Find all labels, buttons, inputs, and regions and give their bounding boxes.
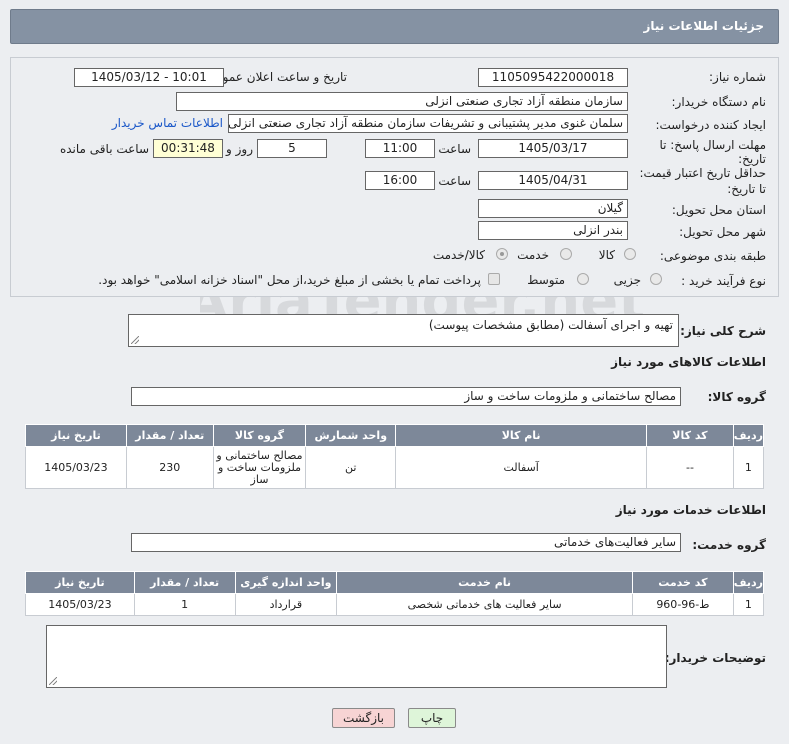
category-label: طبقه بندی موضوعی: — [659, 249, 766, 263]
process-type-label: نوع فرآیند خرید : — [681, 274, 766, 288]
resize-grip-icon[interactable] — [49, 677, 57, 685]
buyer-notes-textarea[interactable] — [46, 625, 667, 688]
col-unit: واحد شمارش — [305, 424, 397, 447]
reply-days-field: 5 — [257, 139, 327, 158]
col-goods-group: گروه کالا — [212, 424, 307, 447]
treasury-payment-note: پرداخت تمام یا بخشی از مبلغ خرید،از محل … — [98, 273, 481, 287]
print-button[interactable]: چاپ — [408, 708, 456, 728]
days-label: روز و — [226, 142, 253, 156]
cell-unit: تن — [305, 446, 397, 489]
cell-name: آسفالت — [395, 446, 648, 489]
goods-section-title: اطلاعات کالاهای مورد نیاز — [611, 355, 766, 369]
goods-table-header: ردیف کد کالا نام کالا واحد شمارش گروه کا… — [25, 424, 765, 447]
city-field: بندر انزلی — [478, 221, 628, 240]
col-need-date: تاریخ نیاز — [25, 424, 127, 447]
reply-deadline-label: مهلت ارسال پاسخ: تا — [659, 138, 766, 152]
cell-qty: 1 — [133, 593, 236, 616]
validity-time-field: 16:00 — [365, 171, 435, 190]
announce-datetime-field: 1405/03/12 - 10:01 — [74, 68, 224, 87]
reply-time-field: 11:00 — [365, 139, 435, 158]
summary-textarea[interactable]: تهیه و اجرای آسفالت (مطابق مشخصات پیوست) — [128, 314, 679, 347]
category-option-goods-service: کالا/خدمت — [432, 248, 485, 262]
treasury-checkbox[interactable] — [488, 273, 500, 285]
validity-time-label: ساعت — [438, 174, 471, 188]
process-radio-minor[interactable] — [650, 273, 662, 285]
need-number-label: شماره نیاز: — [709, 70, 766, 84]
category-radio-goods[interactable] — [624, 248, 636, 260]
col-row: ردیف — [732, 424, 765, 447]
process-option-medium: متوسط — [527, 273, 565, 287]
creator-field: سلمان غنوی مدیر پشتیبانی و تشریفات سازما… — [228, 114, 628, 133]
col-row: ردیف — [732, 571, 765, 594]
need-number-field: 1105095422000018 — [478, 68, 628, 87]
buyer-org-field: سازمان منطقه آزاد تجاری صنعتی انزلی — [176, 92, 628, 111]
province-field: گیلان — [478, 199, 628, 218]
cell-date: 1405/03/23 — [25, 446, 127, 489]
category-radio-service[interactable] — [560, 248, 572, 260]
cell-date: 1405/03/23 — [25, 593, 135, 616]
cell-row: 1 — [732, 446, 765, 489]
cell-code: ط-96-960 — [632, 593, 734, 616]
city-label: شهر محل تحویل: — [679, 225, 766, 239]
services-group-field: سایر فعالیت‌های خدماتی — [131, 533, 681, 552]
cell-unit: قرارداد — [234, 593, 338, 616]
category-option-goods: کالا — [598, 248, 615, 262]
summary-label: شرح کلی نیاز: — [680, 324, 766, 338]
services-table: ردیف کد خدمت نام خدمت واحد اندازه گیری ت… — [25, 571, 765, 616]
back-button[interactable]: بازگشت — [332, 708, 395, 728]
col-measure-unit: واحد اندازه گیری — [234, 571, 338, 594]
process-option-minor: جزیی — [613, 273, 641, 287]
services-section-title: اطلاعات خدمات مورد نیاز — [615, 503, 766, 517]
resize-grip-icon[interactable] — [131, 336, 139, 344]
buyer-contact-link[interactable]: اطلاعات تماس خریدار — [112, 116, 223, 130]
validity-date-field: 1405/04/31 — [478, 171, 628, 190]
cell-name: سایر فعالیت های خدماتی شخصی — [336, 593, 633, 616]
reply-deadline-label-2: تاریخ: — [738, 152, 766, 166]
cell-row: 1 — [732, 593, 765, 616]
col-need-date: تاریخ نیاز — [25, 571, 135, 594]
services-group-label: گروه خدمت: — [692, 538, 766, 552]
col-service-code: کد خدمت — [632, 571, 734, 594]
page-title: جزئیات اطلاعات نیاز — [643, 19, 764, 33]
table-row: 1 ط-96-960 سایر فعالیت های خدماتی شخصی ق… — [25, 593, 765, 616]
col-quantity: تعداد / مقدار — [125, 424, 214, 447]
price-validity-label: حداقل تاریخ اعتبار قیمت: — [639, 166, 766, 180]
category-option-service: خدمت — [517, 248, 549, 262]
reply-date-field: 1405/03/17 — [478, 139, 628, 158]
remaining-time-field: 00:31:48 — [153, 139, 223, 158]
cell-group: مصالح ساختمانی و ملزومات ساخت و ساز — [212, 446, 307, 489]
cell-qty: 230 — [125, 446, 214, 489]
remaining-time-label: ساعت باقی مانده — [59, 142, 149, 156]
goods-group-field: مصالح ساختمانی و ملزومات ساخت و ساز — [131, 387, 681, 406]
province-label: استان محل تحویل: — [671, 203, 766, 217]
services-table-header: ردیف کد خدمت نام خدمت واحد اندازه گیری ت… — [25, 571, 765, 594]
goods-group-label: گروه کالا: — [707, 390, 766, 404]
summary-text: تهیه و اجرای آسفالت (مطابق مشخصات پیوست) — [428, 318, 673, 332]
page-header: جزئیات اطلاعات نیاز — [10, 9, 779, 44]
col-goods-name: نام کالا — [395, 424, 648, 447]
table-row: 1 -- آسفالت تن مصالح ساختمانی و ملزومات … — [25, 446, 765, 489]
reply-time-label: ساعت — [438, 142, 471, 156]
price-validity-label-2: تا تاریخ: — [727, 182, 766, 196]
category-radio-goods-service[interactable] — [496, 248, 508, 260]
col-service-name: نام خدمت — [336, 571, 633, 594]
buyer-notes-label: توضیحات خریدار: — [664, 651, 766, 665]
col-goods-code: کد کالا — [646, 424, 734, 447]
process-radio-medium[interactable] — [577, 273, 589, 285]
col-quantity: تعداد / مقدار — [133, 571, 236, 594]
creator-label: ایجاد کننده درخواست: — [655, 118, 766, 132]
goods-table: ردیف کد کالا نام کالا واحد شمارش گروه کا… — [25, 424, 765, 489]
buyer-org-label: نام دستگاه خریدار: — [671, 95, 767, 109]
cell-code: -- — [646, 446, 734, 489]
